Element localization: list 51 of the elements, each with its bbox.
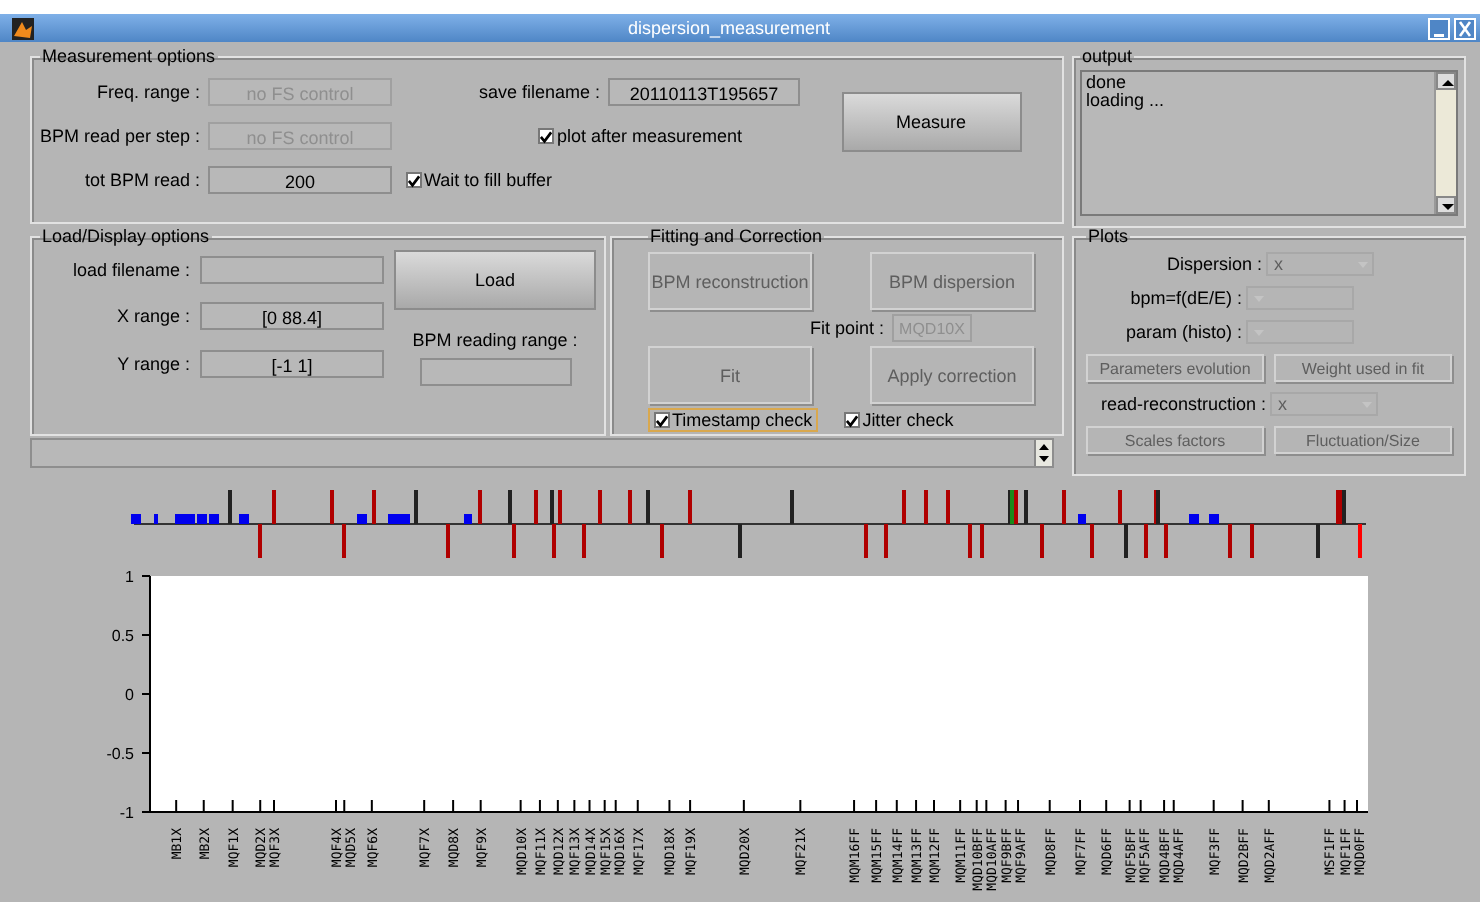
panel-title: Fitting and Correction (648, 228, 825, 246)
measure-button[interactable]: Measure (841, 92, 1021, 152)
input-field[interactable]: [0 88.4] (200, 302, 384, 330)
axis-label: -0.5 (106, 745, 134, 763)
scroll-up-icon[interactable] (1436, 72, 1456, 90)
panel-title: Load/Display options (40, 228, 212, 246)
field-label: X range : (114, 306, 190, 326)
axis-label: 1 (125, 568, 134, 586)
field-label: BPM reading range : (412, 330, 578, 350)
input-field[interactable]: 20110113T195657 (608, 78, 800, 106)
check-icon (540, 129, 553, 143)
close-button[interactable] (1454, 17, 1476, 39)
field-label: Dispersion : (1164, 254, 1262, 274)
field-label: Y range : (115, 354, 190, 374)
panel-title: output (1080, 48, 1135, 66)
scroll-down-icon[interactable] (1436, 196, 1456, 214)
field-label: load filename : (70, 260, 190, 280)
app-icon (12, 17, 34, 39)
axis-label: -1 (119, 804, 134, 822)
output-line: done (1086, 74, 1129, 92)
checkbox[interactable]: Timestamp check (648, 408, 819, 432)
check-icon (408, 173, 420, 187)
panel-title: Plots (1086, 228, 1131, 246)
axis-label: 0 (125, 686, 134, 704)
message-field[interactable] (30, 438, 1054, 468)
checkbox[interactable]: plot after measurement (532, 124, 748, 148)
field-label: tot BPM read : (82, 170, 200, 190)
field-label: bpm=f(dE/E) : (1128, 288, 1242, 308)
checkbox[interactable]: Jitter check (838, 408, 960, 432)
field-label: BPM read per step : (40, 126, 200, 146)
field-label: Freq. range : (94, 82, 200, 102)
input-field[interactable]: 200 (208, 166, 392, 194)
load-button[interactable]: Load (394, 250, 596, 310)
spinner-icon[interactable] (1034, 440, 1052, 466)
axis-label: 0.5 (111, 627, 134, 645)
field-label: save filename : (476, 82, 600, 102)
input-field[interactable]: [-1 1] (200, 350, 384, 378)
field-label: read-reconstruction : (1098, 394, 1266, 414)
input-field[interactable] (200, 256, 384, 284)
output-line: loading ... (1086, 92, 1167, 110)
check-icon (656, 413, 668, 427)
input-field[interactable] (419, 358, 571, 386)
field-label: Fit point : (809, 318, 884, 338)
close-icon (1458, 19, 1472, 37)
field-label: param (histo) : (1123, 322, 1242, 342)
scrollbar[interactable] (1434, 72, 1456, 214)
window-title: dispersion_measurement (625, 18, 833, 38)
check-icon (846, 413, 859, 427)
panel-title: Measurement options (40, 48, 218, 66)
checkbox[interactable]: Wait to fill buffer (400, 168, 559, 192)
minimize-button[interactable] (1428, 17, 1450, 39)
